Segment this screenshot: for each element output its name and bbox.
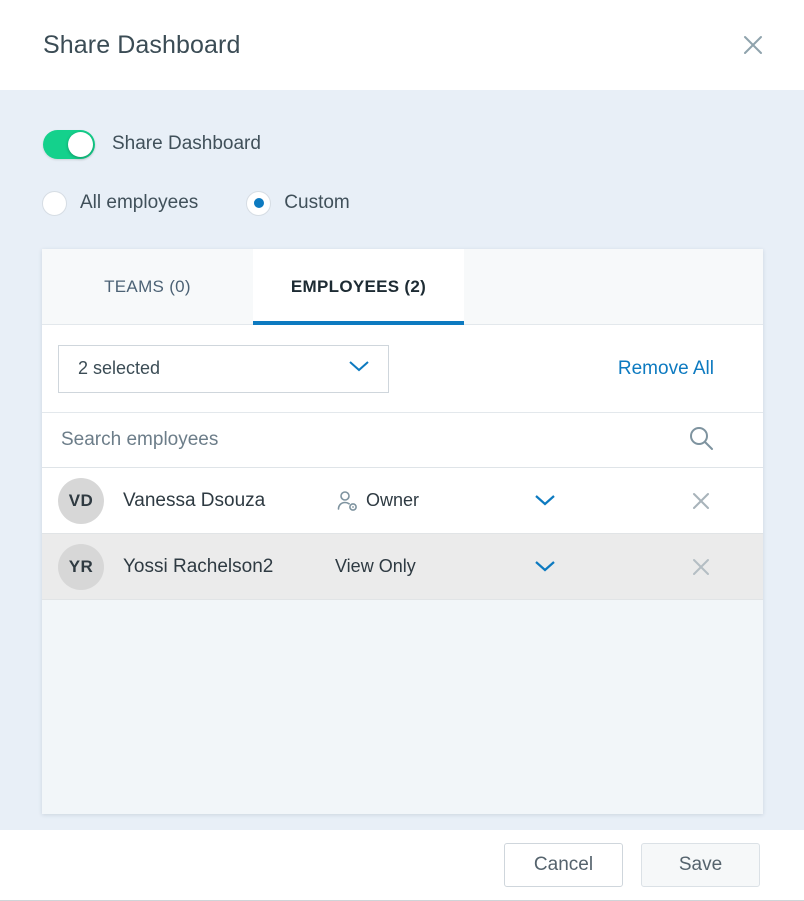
share-dashboard-toggle[interactable] [43,129,95,159]
search-input[interactable] [58,429,687,451]
tab-teams-label: TEAMS (0) [104,276,191,296]
share-dashboard-modal: Share Dashboard Share Dashboard All empl… [0,0,804,901]
search-row [42,413,763,468]
user-gear-icon-glyph [337,490,357,511]
modal-footer: Cancel Save [0,830,804,901]
role-text: View Only [335,556,416,576]
tab-teams[interactable]: TEAMS (0) [42,249,253,324]
share-toggle-row: Share Dashboard [0,126,804,162]
list-item[interactable]: VD Vanessa Dsouza Owner [42,468,763,534]
page-title: Share Dashboard [43,30,241,59]
remove-person-button[interactable] [687,487,715,515]
user-gear-icon [335,489,359,513]
chevron-down-icon-glyph [535,495,555,506]
role-text: Owner [366,490,420,510]
search-icon-glyph [690,426,713,450]
radio-all-employees-label: All employees [80,192,199,213]
card-tabs: TEAMS (0) EMPLOYEES (2) [42,249,763,325]
close-icon[interactable] [736,28,770,62]
selected-count-value: 2 selected [78,358,161,378]
chevron-down-icon-glyph [349,361,369,372]
remove-all-link[interactable]: Remove All [618,358,714,380]
role-cell: View Only [335,556,525,577]
avatar: YR [58,543,104,590]
audience-radio-group: All employees Custom [0,188,804,218]
close-icon-glyph [744,36,762,54]
radio-circle-icon [42,190,67,216]
tabs-filler [464,249,763,324]
selection-row: 2 selected Remove All [42,325,763,413]
radio-custom-label: Custom [284,192,350,213]
avatar: VD [58,477,104,524]
modal-header: Share Dashboard [0,0,804,90]
modal-body: Share Dashboard All employees Custom TEA… [0,90,804,830]
radio-circle-icon [246,190,272,216]
remove-person-button[interactable] [687,553,715,581]
close-icon-glyph [693,558,709,575]
role-chevron-down-icon[interactable] [525,560,565,573]
selected-count-dropdown[interactable]: 2 selected [58,344,389,393]
radio-dot [253,198,264,208]
tab-employees[interactable]: EMPLOYEES (2) [253,249,464,325]
chevron-down-icon [347,359,371,378]
share-toggle-label: Share Dashboard [112,133,261,154]
share-targets-card: TEAMS (0) EMPLOYEES (2) 2 selected Remov [42,249,763,814]
save-button[interactable]: Save [641,843,760,887]
person-name: Vanessa Dsouza [123,489,266,511]
close-icon-glyph [693,492,709,509]
radio-custom[interactable]: Custom [246,190,350,216]
search-icon[interactable] [687,424,715,457]
person-name: Yossi Rachelson2 [123,555,274,577]
role-chevron-down-icon[interactable] [525,494,565,507]
radio-all-employees[interactable]: All employees [42,190,199,216]
tab-employees-label: EMPLOYEES (2) [290,276,427,296]
people-list: VD Vanessa Dsouza Owner YR Yossi Rachels… [42,468,763,814]
toggle-knob [68,131,93,157]
cancel-button[interactable]: Cancel [504,843,623,887]
chevron-down-icon-glyph [535,561,555,572]
list-item[interactable]: YR Yossi Rachelson2 View Only [42,534,763,600]
role-cell: Owner [335,489,525,513]
